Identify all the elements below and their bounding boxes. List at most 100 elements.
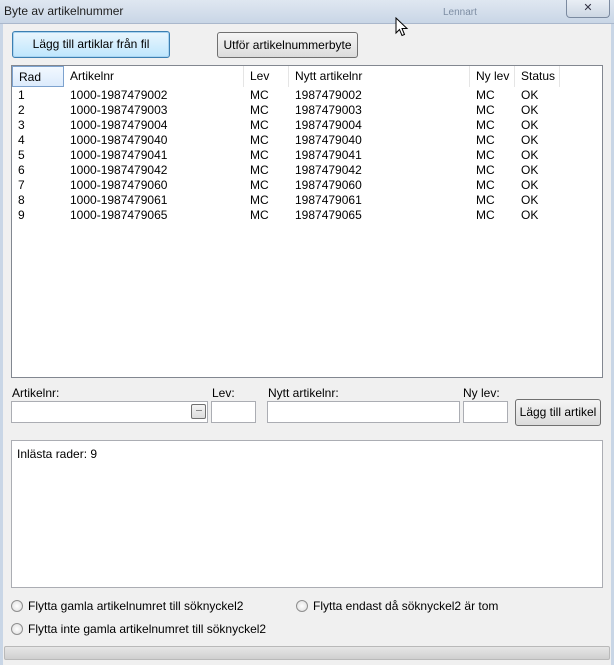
column-header-rad[interactable]: Rad <box>12 66 64 87</box>
cell-ny-lev: MC <box>476 148 495 162</box>
cell-status: OK <box>521 148 539 162</box>
add-from-file-button[interactable]: Lägg till artiklar från fil <box>12 31 170 58</box>
cell-rad: 1 <box>18 88 25 102</box>
cell-artikelnr: 1000-1987479041 <box>70 148 168 162</box>
radio-circle-icon[interactable] <box>296 600 308 612</box>
cell-lev: MC <box>250 133 269 147</box>
cell-ny-lev: MC <box>476 178 495 192</box>
title-bar[interactable]: Byte av artikelnummer Lennart ✕ <box>0 0 614 24</box>
cell-status: OK <box>521 118 539 132</box>
cell-status: OK <box>521 193 539 207</box>
status-bar <box>4 646 610 660</box>
cell-artikelnr: 1000-1987479003 <box>70 103 168 117</box>
radio-circle-icon[interactable] <box>11 623 23 635</box>
cell-artikelnr: 1000-1987479061 <box>70 193 168 207</box>
run-replace-button[interactable]: Utför artikelnummerbyte <box>217 32 358 58</box>
cell-lev: MC <box>250 118 269 132</box>
cell-status: OK <box>521 88 539 102</box>
cell-status: OK <box>521 133 539 147</box>
cell-rad: 8 <box>18 193 25 207</box>
cell-ny-lev: MC <box>476 103 495 117</box>
cell-nytt-artikelnr: 1987479003 <box>295 103 362 117</box>
cell-ny-lev: MC <box>476 163 495 177</box>
radio-dont-move-old[interactable]: Flytta inte gamla artikelnumret till sök… <box>11 621 266 637</box>
column-header-nytt-artikelnr[interactable]: Nytt artikelnr <box>289 66 470 87</box>
cell-ny-lev: MC <box>476 118 495 132</box>
cell-nytt-artikelnr: 1987479042 <box>295 163 362 177</box>
cell-nytt-artikelnr: 1987479060 <box>295 178 362 192</box>
background-window-hint: Lennart <box>443 7 477 18</box>
cell-artikelnr: 1000-1987479042 <box>70 163 168 177</box>
table-row[interactable]: 9 1000-1987479065 MC 1987479065 MC OK <box>12 208 560 223</box>
cell-ny-lev: MC <box>476 133 495 147</box>
close-button[interactable]: ✕ <box>566 0 610 18</box>
column-header-status[interactable]: Status <box>515 66 560 87</box>
mouse-cursor-icon <box>395 17 409 37</box>
cell-lev: MC <box>250 163 269 177</box>
cell-rad: 2 <box>18 103 25 117</box>
cell-lev: MC <box>250 148 269 162</box>
cell-status: OK <box>521 208 539 222</box>
radio-dont-move-old-label: Flytta inte gamla artikelnumret till sök… <box>28 622 267 636</box>
close-icon: ✕ <box>583 2 593 14</box>
browse-button[interactable]: ··· <box>191 404 206 419</box>
article-list[interactable]: Rad Artikelnr Lev Nytt artikelnr Ny lev Statu… <box>11 65 603 378</box>
table-row[interactable]: 8 1000-1987479061 MC 1987479061 MC OK <box>12 193 560 208</box>
cell-artikelnr: 1000-1987479002 <box>70 88 168 102</box>
cell-ny-lev: MC <box>476 88 495 102</box>
cell-lev: MC <box>250 208 269 222</box>
cell-rad: 4 <box>18 133 25 147</box>
radio-move-old[interactable]: Flytta gamla artikelnumret till söknycke… <box>11 598 243 614</box>
add-article-button[interactable]: Lägg till artikel <box>515 399 601 426</box>
cell-lev: MC <box>250 193 269 207</box>
radio-circle-icon[interactable] <box>11 600 23 612</box>
cell-ny-lev: MC <box>476 208 495 222</box>
cell-lev: MC <box>250 103 269 117</box>
cell-nytt-artikelnr: 1987479065 <box>295 208 362 222</box>
cell-lev: MC <box>250 88 269 102</box>
article-input[interactable] <box>11 401 208 423</box>
cell-ny-lev: MC <box>476 193 495 207</box>
cell-status: OK <box>521 178 539 192</box>
article-label: Artikelnr: <box>12 386 60 400</box>
cell-artikelnr: 1000-1987479065 <box>70 208 168 222</box>
cell-nytt-artikelnr: 1987479004 <box>295 118 362 132</box>
supplier-label: Lev: <box>212 386 235 400</box>
cell-nytt-artikelnr: 1987479040 <box>295 133 362 147</box>
new-supplier-input[interactable] <box>463 401 508 423</box>
window-title: Byte av artikelnummer <box>4 4 124 18</box>
window-frame-left <box>0 24 3 665</box>
cell-rad: 3 <box>18 118 25 132</box>
supplier-input[interactable] <box>211 401 256 423</box>
cell-artikelnr: 1000-1987479004 <box>70 118 168 132</box>
ellipsis-icon: ··· <box>195 405 203 415</box>
cell-rad: 9 <box>18 208 25 222</box>
cell-nytt-artikelnr: 1987479041 <box>295 148 362 162</box>
cell-rad: 5 <box>18 148 25 162</box>
cell-lev: MC <box>250 178 269 192</box>
log-text: Inlästa rader: 9 <box>17 447 98 461</box>
column-header-lev[interactable]: Lev <box>244 66 289 87</box>
column-header-ny-lev[interactable]: Ny lev <box>470 66 515 87</box>
cell-rad: 7 <box>18 178 25 192</box>
cell-status: OK <box>521 163 539 177</box>
radio-move-only-empty[interactable]: Flytta endast då söknyckel2 är tom <box>296 598 498 614</box>
table-row[interactable]: 6 1000-1987479042 MC 1987479042 MC OK <box>12 163 560 178</box>
table-row[interactable]: 7 1000-1987479060 MC 1987479060 MC OK <box>12 178 560 193</box>
cell-status: OK <box>521 103 539 117</box>
log-output[interactable]: Inlästa rader: 9 <box>11 440 603 588</box>
new-article-input[interactable] <box>267 401 460 423</box>
new-supplier-label: Ny lev: <box>463 386 500 400</box>
cell-rad: 6 <box>18 163 25 177</box>
cell-artikelnr: 1000-1987479040 <box>70 133 168 147</box>
table-row[interactable]: 5 1000-1987479041 MC 1987479041 MC OK <box>12 148 560 163</box>
cell-artikelnr: 1000-1987479060 <box>70 178 168 192</box>
cell-nytt-artikelnr: 1987479002 <box>295 88 362 102</box>
table-row[interactable]: 1 1000-1987479002 MC 1987479002 MC OK <box>12 88 560 103</box>
column-header-artikelnr[interactable]: Artikelnr <box>64 66 244 87</box>
table-row[interactable]: 2 1000-1987479003 MC 1987479003 MC OK <box>12 103 560 118</box>
new-article-label: Nytt artikelnr: <box>268 386 339 400</box>
table-row[interactable]: 4 1000-1987479040 MC 1987479040 MC OK <box>12 133 560 148</box>
radio-move-only-empty-label: Flytta endast då söknyckel2 är tom <box>313 599 499 613</box>
table-row[interactable]: 3 1000-1987479004 MC 1987479004 MC OK <box>12 118 560 133</box>
